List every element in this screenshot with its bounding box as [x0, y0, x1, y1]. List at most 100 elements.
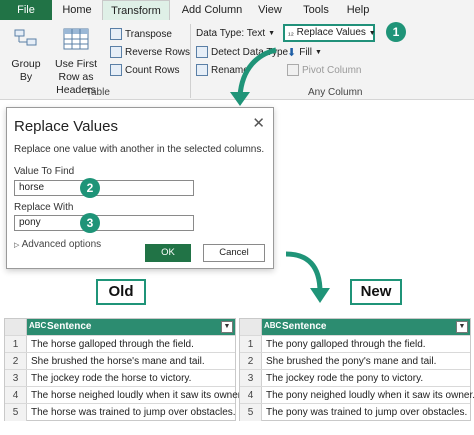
rename-icon — [196, 64, 208, 76]
count-rows-button[interactable]: Count Rows — [110, 64, 179, 76]
transpose-button[interactable]: Transpose — [110, 28, 172, 40]
group-by-icon — [14, 29, 37, 46]
detect-type-icon — [196, 46, 208, 58]
text-type-icon: ABC — [29, 321, 47, 330]
find-input[interactable]: horse — [14, 180, 194, 196]
tab-file[interactable]: File — [0, 0, 52, 20]
row-number: 5 — [240, 404, 262, 421]
row-number: 5 — [5, 404, 27, 421]
tab-tools[interactable]: Tools — [296, 0, 336, 20]
column-header[interactable]: Sentence — [47, 321, 91, 332]
curved-arrow-to-dialog — [230, 47, 277, 106]
table-header: ABC Sentence ▼ — [240, 319, 470, 335]
replace-values-dialog: Replace Values ✕ Replace one value with … — [6, 107, 274, 269]
old-table: ABC Sentence ▼ 1 The horse galloped throu… — [4, 318, 243, 421]
cancel-button[interactable]: Cancel — [203, 244, 265, 262]
data-type-label: Data Type: Text — [196, 28, 266, 39]
row-number: 4 — [240, 387, 262, 404]
table-cell[interactable]: The pony galloped through the field. — [266, 336, 426, 353]
chevron-down-icon: ▼ — [268, 30, 276, 37]
replace-values-button[interactable]: ₁₂ Replace Values ▼ — [283, 24, 376, 42]
text-type-icon: ABC — [264, 321, 282, 330]
advanced-options-label: Advanced options — [21, 239, 102, 250]
count-rows-icon — [110, 64, 122, 76]
pivot-icon — [287, 64, 299, 76]
count-rows-label: Count Rows — [125, 64, 180, 76]
tab-add-column[interactable]: Add Column — [172, 0, 252, 20]
table-cell[interactable]: The pony neighed loudly when it saw its … — [266, 387, 474, 404]
step-2-badge: 2 — [80, 178, 100, 198]
fill-button[interactable]: ⬇ Fill ▼ — [287, 46, 322, 59]
dialog-description: Replace one value with another in the se… — [14, 144, 265, 155]
replace-input[interactable]: pony — [14, 215, 194, 231]
any-column-group-title: Any Column — [308, 87, 363, 98]
row-number: 2 — [5, 353, 27, 370]
step-1-badge: 1 — [386, 22, 406, 42]
replace-values-label: Replace Values — [296, 27, 366, 38]
replace-label: Replace With — [14, 202, 74, 213]
ribbon-tabs: File Home Transform Add Column View Tool… — [0, 0, 474, 20]
tab-view[interactable]: View — [252, 0, 288, 20]
table-row[interactable]: 4 The horse neighed loudly when it saw it… — [5, 386, 243, 404]
column-header[interactable]: Sentence — [282, 321, 326, 332]
pivot-column-button[interactable]: Pivot Column — [287, 64, 361, 76]
chevron-down-icon: ▼ — [368, 30, 376, 37]
data-type-button[interactable]: Data Type: Text ▼ — [196, 28, 275, 39]
ribbon-divider — [190, 24, 191, 98]
row-number: 4 — [5, 387, 27, 404]
old-label: Old — [96, 279, 146, 305]
chevron-down-icon[interactable]: ▼ — [221, 321, 233, 333]
table-cell[interactable]: The horse galloped through the field. — [31, 336, 194, 353]
advanced-options-toggle[interactable]: ▷ Advanced options — [14, 239, 101, 250]
row-number: 1 — [240, 336, 262, 353]
group-by-label: Group By — [11, 58, 41, 83]
chevron-down-icon[interactable]: ▼ — [456, 321, 468, 333]
table-row[interactable]: 2 She brushed the pony's mane and tail. — [240, 352, 470, 370]
table-row[interactable]: 1 The horse galloped through the field. — [5, 335, 235, 353]
new-table: ABC Sentence ▼ 1 The pony galloped throug… — [239, 318, 474, 421]
table-row[interactable]: 4 The pony neighed loudly when it saw its… — [240, 386, 474, 404]
table-row[interactable]: 5 The pony was trained to jump over obsta… — [240, 403, 470, 421]
table-row[interactable]: 3 The jockey rode the pony to victory. — [240, 369, 470, 387]
table-cell[interactable]: She brushed the pony's mane and tail. — [266, 353, 436, 370]
table-icon — [63, 28, 89, 50]
table-cell[interactable]: The pony was trained to jump over obstac… — [266, 404, 467, 421]
table-cell[interactable]: The jockey rode the pony to victory. — [266, 370, 423, 387]
chevron-down-icon: ▼ — [315, 49, 322, 56]
table-row[interactable]: 2 She brushed the horse's mane and tail. — [5, 352, 235, 370]
group-by-button[interactable]: Group By — [8, 26, 44, 88]
table-cell[interactable]: The horse neighed loudly when it saw its… — [31, 387, 243, 404]
find-label: Value To Find — [14, 166, 75, 177]
use-first-row-button[interactable]: Use First Row as Headers — [46, 26, 106, 96]
step-3-badge: 3 — [80, 213, 100, 233]
table-corner-icon[interactable] — [240, 319, 262, 335]
row-number: 3 — [5, 370, 27, 387]
table-cell[interactable]: The horse was trained to jump over obsta… — [31, 404, 236, 421]
tab-transform[interactable]: Transform — [102, 0, 170, 20]
table-row[interactable]: 5 The horse was trained to jump over obst… — [5, 403, 236, 421]
tab-help[interactable]: Help — [340, 0, 376, 20]
row-number: 3 — [240, 370, 262, 387]
table-row[interactable]: 3 The jockey rode the horse to victory. — [5, 369, 235, 387]
table-cell[interactable]: She brushed the horse's mane and tail. — [31, 353, 205, 370]
row-number: 2 — [240, 353, 262, 370]
transpose-label: Transpose — [125, 28, 172, 40]
replace-values-icon: ₁₂ — [288, 28, 294, 37]
reverse-rows-icon — [110, 46, 122, 58]
fill-label: Fill — [299, 47, 312, 58]
dialog-title: Replace Values — [14, 118, 118, 135]
new-label: New — [350, 279, 402, 305]
tab-home[interactable]: Home — [52, 0, 102, 20]
table-corner-icon[interactable] — [5, 319, 27, 335]
table-row[interactable]: 1 The pony galloped through the field. — [240, 335, 470, 353]
ok-button[interactable]: OK — [145, 244, 191, 262]
transpose-icon — [110, 28, 122, 40]
fill-down-icon: ⬇ — [287, 47, 297, 59]
pivot-column-label: Pivot Column — [302, 64, 362, 76]
close-icon[interactable]: ✕ — [252, 114, 265, 132]
reverse-rows-label: Reverse Rows — [125, 46, 191, 58]
reverse-rows-button[interactable]: Reverse Rows — [110, 46, 190, 58]
table-group-title: Table — [86, 87, 110, 98]
chevron-right-icon: ▷ — [14, 242, 20, 249]
table-cell[interactable]: The jockey rode the horse to victory. — [31, 370, 191, 387]
